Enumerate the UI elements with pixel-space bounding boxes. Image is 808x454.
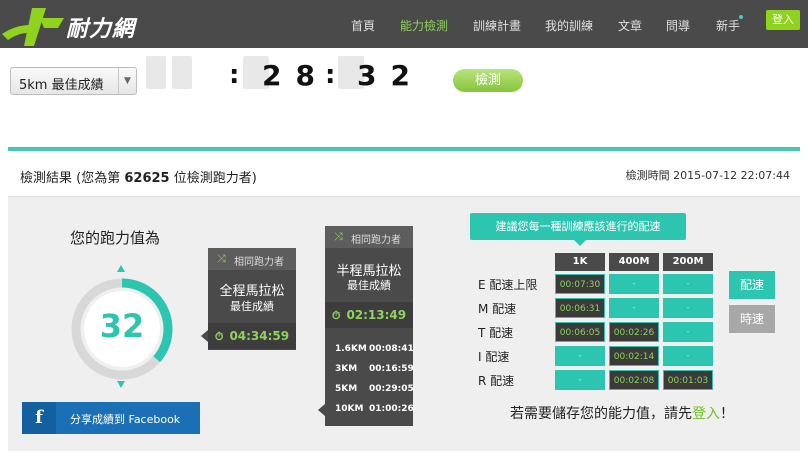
- marathon-card-head-label: 相同跑力者: [234, 257, 284, 268]
- pace-cell: 00:01:03: [663, 370, 713, 390]
- pace-cell: -: [609, 274, 659, 294]
- pace-cell: 00:02:14: [609, 346, 659, 366]
- time-colon: :: [229, 60, 240, 90]
- marathon-time-value: 04:34:59: [229, 329, 290, 343]
- half-card-pointer: [318, 404, 325, 416]
- pace-cell: -: [663, 346, 713, 366]
- half-subtitle: 最佳成績: [347, 279, 391, 292]
- top-navbar: 耐力網 首頁 能力檢測 訓練計畫 我的訓練 文章 問導 新手 登入: [0, 0, 808, 48]
- pace-cell: 00:02:08: [609, 370, 659, 390]
- half-card-head-label: 相同跑力者: [351, 235, 401, 246]
- save-note-suffix: ！: [720, 406, 734, 422]
- check-button[interactable]: 檢測: [453, 69, 523, 92]
- chevron-down-icon: ▼: [118, 68, 136, 94]
- result-time-label: 檢測時間: [625, 169, 670, 182]
- facebook-share-label: 分享成績到 Facebook: [70, 413, 181, 426]
- facebook-icon: f: [22, 402, 56, 434]
- result-rank: 62625: [124, 171, 170, 186]
- pace-cell: 00:02:26: [609, 322, 659, 342]
- pace-row-label: M 配速: [478, 302, 517, 316]
- half-time: ⏱ 02:13:49: [325, 302, 413, 328]
- pace-row-label: I 配速: [478, 350, 510, 364]
- pace-cell: -: [663, 274, 713, 294]
- stopwatch-icon: ⏱: [331, 309, 341, 322]
- nav-home[interactable]: 首頁: [351, 17, 375, 34]
- split-time: 01:00:26: [369, 404, 414, 414]
- marathon-time: ⏱ 04:34:59: [208, 323, 296, 349]
- half-marathon-card: ⤨ 相同跑力者 半程馬拉松 最佳成績 ⏱ 02:13:49 1.6KM 00:08…: [325, 226, 414, 426]
- hours-digit-box-1[interactable]: [146, 56, 166, 89]
- split-distance: 3KM: [335, 364, 358, 374]
- split-time: 00:29:05: [369, 384, 414, 394]
- split-distance: 1.6KM: [335, 344, 367, 354]
- save-note: 若需要儲存您的能力值，請先登入！: [510, 403, 734, 423]
- shuffle-icon: ⤨: [217, 252, 226, 265]
- distance-select-value: 5km 最佳成績: [19, 78, 104, 93]
- split-time: 00:16:59: [369, 364, 414, 374]
- pace-row-label: T 配速: [478, 326, 514, 340]
- nav-training-plan[interactable]: 訓練計畫: [473, 17, 521, 34]
- result-title: 檢測結果 (您為第 62625 位檢測跑力者): [20, 167, 257, 186]
- distance-select[interactable]: 5km 最佳成績 ▼: [10, 67, 137, 95]
- pace-mode-button[interactable]: 配速: [729, 271, 775, 299]
- save-note-text: 若需要儲存您的能力值，請先: [510, 406, 692, 422]
- result-timestamp: 檢測時間 2015-07-12 22:07:44: [626, 167, 790, 183]
- marathon-subtitle: 最佳成績: [230, 300, 274, 313]
- pace-cell: -: [609, 298, 659, 318]
- pace-cell: 00:07:30: [555, 274, 605, 294]
- score-down-arrow-icon: [117, 381, 125, 388]
- score-value: 32: [99, 307, 145, 345]
- speed-mode-button[interactable]: 時速: [729, 305, 775, 333]
- marathon-title: 全程馬拉松: [219, 284, 285, 299]
- pace-tip: 建議您每一種訓練應該進行的配速: [470, 213, 686, 240]
- login-button[interactable]: 登入: [766, 10, 800, 30]
- split-time: 00:08:41: [369, 344, 414, 354]
- seconds-value[interactable]: 32: [357, 59, 424, 92]
- hours-digit-box-2[interactable]: [172, 56, 192, 89]
- save-login-link[interactable]: 登入: [692, 406, 720, 422]
- nav-ability-test[interactable]: 能力檢測: [400, 17, 448, 34]
- score-up-arrow-icon: [117, 265, 125, 272]
- shuffle-icon: ⤨: [334, 230, 343, 243]
- pace-tip-arrow: [574, 240, 586, 246]
- time-colon: :: [325, 60, 336, 90]
- pace-cell: 00:06:05: [555, 322, 605, 342]
- pace-cell: 00:06:31: [555, 298, 605, 318]
- marathon-card: ⤨ 相同跑力者 全程馬拉松 最佳成績 ⏱ 04:34:59: [208, 248, 296, 350]
- pace-row-label: R 配速: [478, 374, 515, 388]
- pace-cell: -: [663, 322, 713, 342]
- pace-col-200m: 200M: [663, 253, 713, 271]
- half-time-value: 02:13:49: [346, 308, 407, 322]
- pace-cell: -: [555, 346, 605, 366]
- stopwatch-icon: ⏱: [214, 330, 224, 343]
- result-header: 檢測結果 (您為第 62625 位檢測跑力者) 檢測時間 2015-07-12 …: [8, 151, 800, 197]
- result-title-suffix: 位檢測跑力者): [173, 171, 257, 186]
- score-label: 您的跑力值為: [70, 229, 161, 247]
- new-indicator-dot: [739, 15, 743, 19]
- result-time-value: 2015-07-12 22:07:44: [673, 169, 790, 182]
- minutes-value[interactable]: 28: [262, 59, 329, 92]
- nav-beginner[interactable]: 新手: [716, 17, 740, 34]
- split-distance: 5KM: [335, 384, 358, 394]
- pace-cell: -: [555, 370, 605, 390]
- logo[interactable]: 耐力網: [0, 4, 180, 48]
- marathon-card-header: ⤨ 相同跑力者: [208, 248, 296, 270]
- pace-col-1k: 1K: [555, 253, 605, 271]
- pace-row-label: E 配速上限: [478, 278, 538, 292]
- nav-articles[interactable]: 文章: [618, 17, 642, 34]
- nav-my-training[interactable]: 我的訓練: [545, 17, 593, 34]
- split-distance: 10KM: [335, 404, 364, 414]
- result-title-prefix: 檢測結果 (您為第: [20, 171, 121, 186]
- half-card-header: ⤨ 相同跑力者: [325, 226, 413, 248]
- pace-cell: -: [663, 298, 713, 318]
- pace-col-400m: 400M: [609, 253, 659, 271]
- brand-name: 耐力網: [66, 17, 136, 42]
- facebook-share-button[interactable]: f 分享成績到 Facebook: [22, 402, 200, 434]
- nav-forum[interactable]: 問導: [666, 17, 690, 34]
- marathon-card-pointer: [201, 330, 208, 342]
- logo-mark-icon: [2, 8, 64, 46]
